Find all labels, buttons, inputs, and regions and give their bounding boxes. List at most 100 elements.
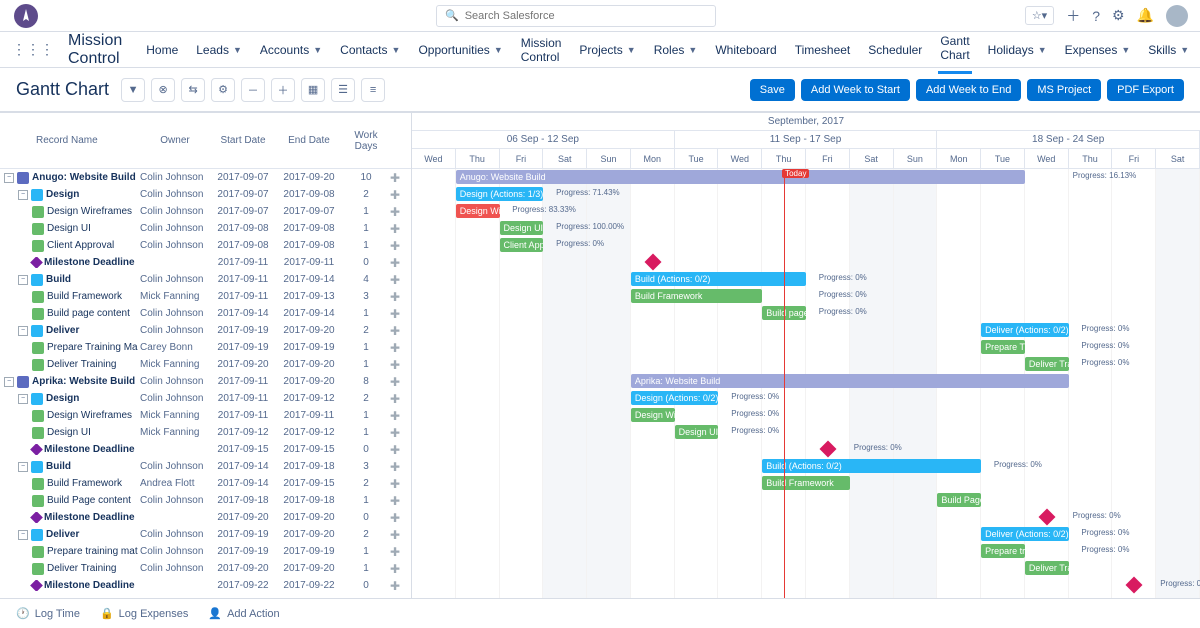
record-row[interactable]: Design WireframesMick Fanning2017-09-112… bbox=[0, 407, 411, 424]
record-row[interactable]: Design WireframesColin Johnson2017-09-07… bbox=[0, 203, 411, 220]
app-launcher-icon[interactable]: ⋮⋮⋮ bbox=[12, 41, 54, 58]
record-row[interactable]: −DesignColin Johnson2017-09-112017-09-12… bbox=[0, 390, 411, 407]
gantt-bar[interactable]: Build (Actions: 0/2) bbox=[762, 459, 981, 473]
help-icon[interactable]: ? bbox=[1092, 8, 1100, 24]
gantt-bar[interactable]: Design (Actions: 1/3) bbox=[456, 187, 544, 201]
gantt-bar[interactable]: Client Approval bbox=[500, 238, 544, 252]
setup-icon[interactable]: ⚙ bbox=[1112, 7, 1125, 24]
record-row[interactable]: −BuildColin Johnson2017-09-112017-09-144… bbox=[0, 271, 411, 288]
add-row-icon[interactable]: ✚ bbox=[390, 239, 412, 253]
record-row[interactable]: −Anugo: Website BuildColin Johnson2017-0… bbox=[0, 169, 411, 186]
tab-projects[interactable]: Projects▼ bbox=[577, 34, 637, 66]
pdf-export-button[interactable]: PDF Export bbox=[1107, 79, 1184, 101]
add-row-icon[interactable]: ✚ bbox=[390, 528, 412, 542]
save-button[interactable]: Save bbox=[750, 79, 795, 101]
tab-scheduler[interactable]: Scheduler bbox=[866, 34, 924, 66]
collapse-toggle[interactable]: − bbox=[18, 394, 28, 404]
add-row-icon[interactable]: ✚ bbox=[390, 494, 412, 508]
add-row-icon[interactable]: ✚ bbox=[390, 477, 412, 491]
gantt-bar[interactable]: Design Wireframes bbox=[631, 408, 675, 422]
tab-contacts[interactable]: Contacts▼ bbox=[338, 34, 402, 66]
add-row-icon[interactable]: ✚ bbox=[390, 426, 412, 440]
zoom-in-icon[interactable]: ＋ bbox=[271, 78, 295, 102]
add-row-icon[interactable]: ✚ bbox=[390, 324, 412, 338]
record-row[interactable]: Deliver TrainingColin Johnson2017-09-202… bbox=[0, 560, 411, 577]
add-icon[interactable]: ＋ bbox=[1066, 6, 1080, 26]
add-row-icon[interactable]: ✚ bbox=[390, 273, 412, 287]
record-row[interactable]: Design UIColin Johnson2017-09-082017-09-… bbox=[0, 220, 411, 237]
gantt-bar[interactable]: Deliver (Actions: 0/2) bbox=[981, 323, 1069, 337]
record-row[interactable]: Milestone Deadline2017-09-112017-09-110✚ bbox=[0, 254, 411, 271]
record-row[interactable]: Milestone Deadline2017-09-202017-09-200✚ bbox=[0, 509, 411, 526]
gantt-bar[interactable]: Deliver (Actions: 0/2) bbox=[981, 527, 1069, 541]
add-row-icon[interactable]: ✚ bbox=[390, 562, 412, 576]
milestone-diamond[interactable] bbox=[1038, 509, 1055, 526]
tab-gantt-chart[interactable]: Gantt Chart bbox=[938, 25, 971, 74]
tab-whiteboard[interactable]: Whiteboard bbox=[713, 34, 778, 66]
gantt-bar[interactable]: Design UI bbox=[675, 425, 719, 439]
search-input[interactable] bbox=[465, 10, 707, 22]
tab-timesheet[interactable]: Timesheet bbox=[793, 34, 853, 66]
add-week-to-start-button[interactable]: Add Week to Start bbox=[801, 79, 910, 101]
gantt-bar[interactable]: Build Page content bbox=[937, 493, 981, 507]
record-row[interactable]: −DesignColin Johnson2017-09-072017-09-08… bbox=[0, 186, 411, 203]
tab-holidays[interactable]: Holidays▼ bbox=[986, 34, 1049, 66]
gantt-bar[interactable]: Build (Actions: 0/2) bbox=[631, 272, 806, 286]
gantt-bar[interactable]: Design UI bbox=[500, 221, 544, 235]
grid-view-icon[interactable]: ▦ bbox=[301, 78, 325, 102]
gantt-bar[interactable]: Design (Actions: 0/2) bbox=[631, 391, 719, 405]
add-row-icon[interactable]: ✚ bbox=[390, 171, 412, 185]
record-row[interactable]: −BuildColin Johnson2017-09-142017-09-183… bbox=[0, 458, 411, 475]
record-row[interactable]: Build FrameworkAndrea Flott2017-09-14201… bbox=[0, 475, 411, 492]
gantt-bar[interactable]: Deliver Training bbox=[1025, 357, 1069, 371]
gantt-bar[interactable]: Build Framework bbox=[762, 476, 850, 490]
add-week-to-end-button[interactable]: Add Week to End bbox=[916, 79, 1021, 101]
gantt-bar[interactable]: Aprika: Website Build bbox=[631, 374, 1069, 388]
add-row-icon[interactable]: ✚ bbox=[390, 307, 412, 321]
tab-accounts[interactable]: Accounts▼ bbox=[258, 34, 324, 66]
record-row[interactable]: Build Page contentColin Johnson2017-09-1… bbox=[0, 492, 411, 509]
record-row[interactable]: −DeliverColin Johnson2017-09-192017-09-2… bbox=[0, 526, 411, 543]
tab-leads[interactable]: Leads▼ bbox=[194, 34, 244, 66]
record-row[interactable]: Build page contentColin Johnson2017-09-1… bbox=[0, 305, 411, 322]
gantt-bar[interactable]: Design Wireframes bbox=[456, 204, 500, 218]
record-row[interactable]: Prepare Training MaCarey Bonn2017-09-192… bbox=[0, 339, 411, 356]
add-row-icon[interactable]: ✚ bbox=[390, 256, 412, 270]
collapse-toggle[interactable]: − bbox=[4, 377, 14, 387]
add-row-icon[interactable]: ✚ bbox=[390, 511, 412, 525]
gantt-bar[interactable]: Build Framework bbox=[631, 289, 762, 303]
tab-mission-control[interactable]: Mission Control bbox=[519, 27, 564, 73]
settings-slider-icon[interactable]: ⇆ bbox=[181, 78, 205, 102]
global-search[interactable]: 🔍 bbox=[436, 5, 716, 27]
add-row-icon[interactable]: ✚ bbox=[390, 188, 412, 202]
record-row[interactable]: Milestone Deadline2017-09-152017-09-150✚ bbox=[0, 441, 411, 458]
favorite-icon[interactable]: ☆▾ bbox=[1025, 6, 1054, 25]
add-row-icon[interactable]: ✚ bbox=[390, 460, 412, 474]
collapse-toggle[interactable]: − bbox=[18, 326, 28, 336]
record-row[interactable]: Deliver TrainingMick Fanning2017-09-2020… bbox=[0, 356, 411, 373]
tab-skills[interactable]: Skills▼ bbox=[1146, 34, 1191, 66]
avatar[interactable] bbox=[1166, 5, 1188, 27]
add-row-icon[interactable]: ✚ bbox=[390, 392, 412, 406]
gantt-bar[interactable]: Prepare Training bbox=[981, 340, 1025, 354]
record-row[interactable]: −DeliverColin Johnson2017-09-192017-09-2… bbox=[0, 322, 411, 339]
zoom-out-icon[interactable]: － bbox=[241, 78, 265, 102]
ms-project-button[interactable]: MS Project bbox=[1027, 79, 1101, 101]
gantt-bar[interactable]: Anugo: Website Build bbox=[456, 170, 1025, 184]
add-row-icon[interactable]: ✚ bbox=[390, 409, 412, 423]
milestone-diamond[interactable] bbox=[819, 441, 836, 458]
collapse-toggle[interactable]: − bbox=[18, 190, 28, 200]
add-row-icon[interactable]: ✚ bbox=[390, 375, 412, 389]
add-row-icon[interactable]: ✚ bbox=[390, 579, 412, 593]
notifications-icon[interactable]: 🔔 bbox=[1137, 7, 1154, 24]
record-row[interactable]: Prepare training matColin Johnson2017-09… bbox=[0, 543, 411, 560]
tab-expenses[interactable]: Expenses▼ bbox=[1063, 34, 1133, 66]
add-row-icon[interactable]: ✚ bbox=[390, 222, 412, 236]
add-row-icon[interactable]: ✚ bbox=[390, 341, 412, 355]
record-row[interactable]: −Aprika: Website BuildColin Johnson2017-… bbox=[0, 373, 411, 390]
collapse-toggle[interactable]: − bbox=[18, 462, 28, 472]
milestone-diamond[interactable] bbox=[644, 254, 661, 271]
record-row[interactable]: Build FrameworkMick Fanning2017-09-11201… bbox=[0, 288, 411, 305]
add-row-icon[interactable]: ✚ bbox=[390, 358, 412, 372]
tab-opportunities[interactable]: Opportunities▼ bbox=[416, 34, 504, 66]
